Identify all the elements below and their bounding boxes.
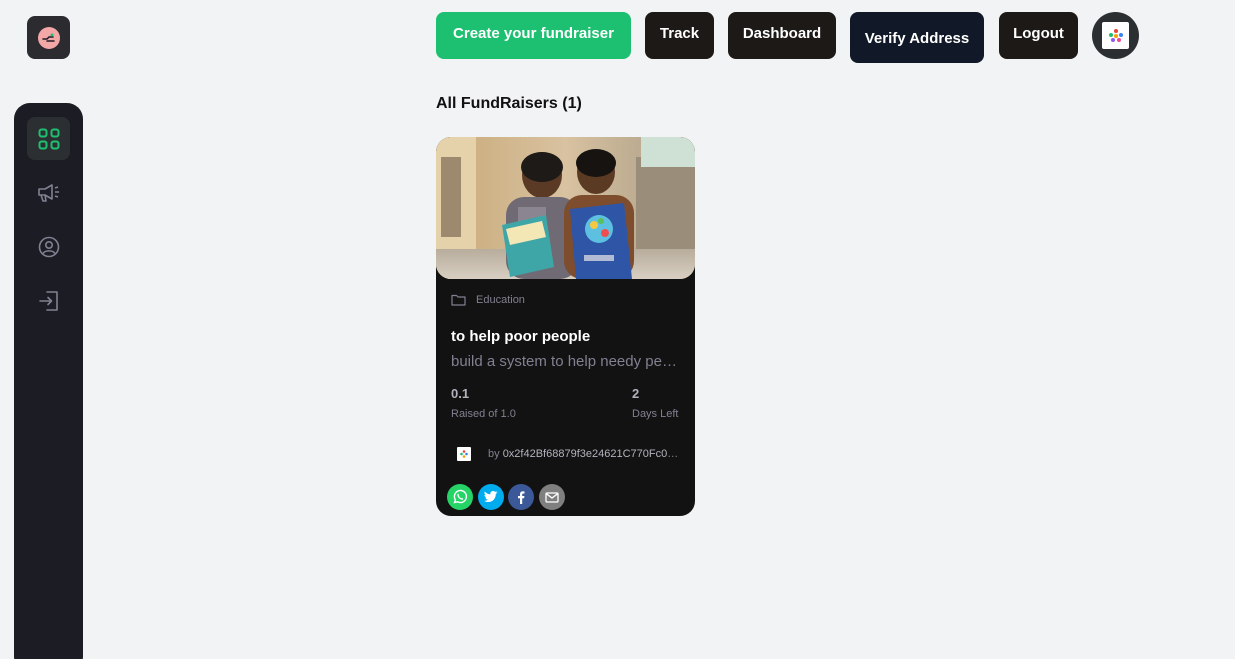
logout-icon — [38, 290, 58, 311]
campaign-card[interactable]: Education to help poor people build a sy… — [436, 137, 695, 516]
sidebar-item-dashboard[interactable] — [27, 117, 70, 160]
share-twitter-button[interactable] — [478, 484, 504, 510]
folder-icon — [451, 294, 466, 306]
track-button[interactable]: Track — [645, 12, 714, 59]
sidebar-item-profile[interactable] — [27, 225, 70, 268]
email-icon — [545, 491, 559, 503]
megaphone-icon — [37, 183, 59, 202]
profile-icon — [38, 236, 59, 257]
owner-address: 0x2f42Bf68879f3e24621C770Fc0a1b2c3d4e5f6… — [502, 448, 680, 460]
days-left-value: 2 — [632, 386, 640, 401]
campaign-title: to help poor people — [451, 328, 591, 345]
category-label: Education — [476, 294, 525, 306]
avatar-image — [1102, 22, 1129, 49]
days-left-label: Days Left — [632, 408, 679, 420]
share-whatsapp-button[interactable] — [447, 484, 473, 510]
sidebar — [14, 103, 83, 659]
campaign-owner: by 0x2f42Bf68879f3e24621C770Fc0a1b2c3d4e… — [488, 448, 680, 460]
verify-address-button[interactable]: Verify Address — [850, 12, 984, 63]
share-facebook-button[interactable] — [508, 484, 534, 510]
raised-label: Raised of 1.0 — [451, 408, 516, 420]
sidebar-item-logout[interactable] — [27, 279, 70, 322]
campaign-description: build a system to help needy people — [451, 353, 685, 370]
dashboard-grid-icon — [38, 128, 59, 149]
campaign-category: Education — [451, 294, 525, 306]
app-logo[interactable] — [27, 16, 70, 59]
owner-prefix: by — [488, 448, 503, 460]
raised-amount: 0.1 — [451, 386, 470, 401]
owner-avatar — [457, 447, 471, 461]
campaign-image — [436, 137, 695, 279]
whatsapp-icon — [453, 489, 468, 504]
profile-avatar[interactable] — [1092, 12, 1139, 59]
dashboard-button[interactable]: Dashboard — [728, 12, 836, 59]
create-fundraiser-button[interactable]: Create your fundraiser — [436, 12, 631, 59]
sidebar-item-campaigns[interactable] — [27, 171, 70, 214]
share-email-button[interactable] — [539, 484, 565, 510]
facebook-icon — [518, 490, 525, 504]
page-title: All FundRaisers (1) — [436, 95, 582, 112]
twitter-icon — [484, 491, 498, 503]
logo-icon — [37, 26, 60, 49]
logout-button[interactable]: Logout — [999, 12, 1078, 59]
